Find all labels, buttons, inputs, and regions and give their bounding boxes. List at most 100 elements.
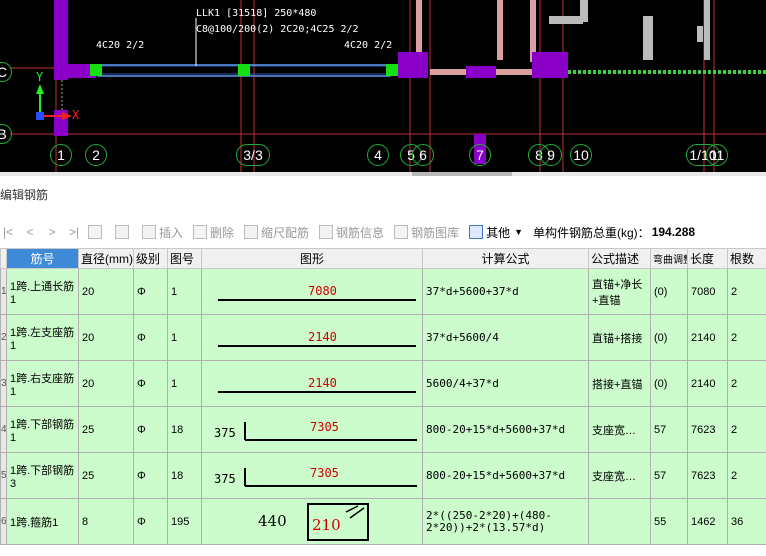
move-down-button[interactable] <box>115 225 132 239</box>
description-cell[interactable]: 直锚+净长+直锚 <box>588 268 651 315</box>
description-cell[interactable]: 支座宽… <box>588 406 651 453</box>
count-cell[interactable]: 2 <box>727 360 766 407</box>
length-cell[interactable]: 7080 <box>687 268 728 315</box>
shape-cell[interactable]: 2140 <box>201 360 423 407</box>
table-row[interactable]: 3 1跨.右支座筋1 20 Φ 1 2140 5600/4+37*d 搭接+直锚 (0) 2140… <box>0 360 766 407</box>
grade-cell[interactable]: Φ <box>133 452 168 499</box>
insert-button[interactable]: 插入 <box>142 224 183 241</box>
move-up-button[interactable] <box>88 225 105 239</box>
length-cell[interactable]: 7623 <box>687 452 728 499</box>
column-header[interactable]: 计算公式 <box>422 248 589 269</box>
column-header[interactable]: 弯曲调整 <box>650 248 688 269</box>
shape-cell[interactable]: 7080 <box>201 268 423 315</box>
grade-cell[interactable]: Φ <box>133 498 168 545</box>
grade-cell[interactable]: Φ <box>133 406 168 453</box>
diameter-cell[interactable]: 20 <box>78 268 134 315</box>
diameter-cell[interactable]: 20 <box>78 360 134 407</box>
column-header[interactable]: 图号 <box>167 248 202 269</box>
last-record-button[interactable]: >| <box>66 225 82 239</box>
table-row[interactable]: 4 1跨.下部钢筋1 25 Φ 18 375 7305 800-20+15*d+5600+37… <box>0 406 766 453</box>
splitter-grip[interactable] <box>412 172 512 176</box>
description-cell[interactable]: 支座宽… <box>588 452 651 499</box>
figure-number-cell[interactable]: 195 <box>167 498 202 545</box>
table-row[interactable]: 2 1跨.左支座筋1 20 Φ 1 2140 37*d+5600/4 直锚+搭接 (0) 2140… <box>0 314 766 361</box>
figure-number-cell[interactable]: 18 <box>167 406 202 453</box>
bend-adjust-cell[interactable]: (0) <box>650 268 688 315</box>
bar-name-cell[interactable]: 1跨.右支座筋1 <box>6 360 79 407</box>
formula-cell[interactable]: 800-20+15*d+5600+37*d <box>422 452 589 499</box>
count-cell[interactable]: 2 <box>727 406 766 453</box>
rebar-shape: 375 7305 <box>203 408 422 452</box>
diameter-cell[interactable]: 25 <box>78 406 134 453</box>
length-cell[interactable]: 2140 <box>687 314 728 361</box>
description-cell[interactable]: 直锚+搭接 <box>588 314 651 361</box>
length-cell[interactable]: 7623 <box>687 406 728 453</box>
figure-number-cell[interactable]: 1 <box>167 360 202 407</box>
column-header[interactable]: 长度 <box>687 248 728 269</box>
grade-cell[interactable]: Φ <box>133 360 168 407</box>
bar-name-cell[interactable]: 1跨.箍筋1 <box>6 498 79 545</box>
formula-cell[interactable]: 37*d+5600+37*d <box>422 268 589 315</box>
shape-cell[interactable]: 2140 <box>201 314 423 361</box>
shape-cell[interactable]: 440 210 <box>201 498 423 545</box>
scale-rebar-button[interactable]: 缩尺配筋 <box>244 224 309 241</box>
first-record-button[interactable]: |< <box>0 225 16 239</box>
formula-cell[interactable]: 5600/4+37*d <box>422 360 589 407</box>
bar-name-cell[interactable]: 1跨.下部钢筋3 <box>6 452 79 499</box>
description-cell[interactable] <box>588 498 651 545</box>
diameter-cell[interactable]: 25 <box>78 452 134 499</box>
bend-adjust-cell[interactable]: 57 <box>650 406 688 453</box>
panel-splitter[interactable] <box>0 172 766 176</box>
total-weight: 单构件钢筋总重(kg)： 194.288 <box>533 224 695 241</box>
column-header[interactable]: 筋号 <box>6 248 79 269</box>
column-header[interactable]: 直径(mm) <box>78 248 134 269</box>
figure-number-cell[interactable]: 1 <box>167 268 202 315</box>
figure-number-cell[interactable]: 1 <box>167 314 202 361</box>
count-cell[interactable]: 36 <box>727 498 766 545</box>
formula-cell[interactable]: 800-20+15*d+5600+37*d <box>422 406 589 453</box>
delete-button[interactable]: 删除 <box>193 224 234 241</box>
column-header[interactable]: 图形 <box>201 248 423 269</box>
ucs-y-label: Y <box>36 70 44 84</box>
table-row[interactable]: 6 1跨.箍筋1 8 Φ 195 440 210 2*((250-2*20)+(480-2*2… <box>0 498 766 545</box>
diameter-cell[interactable]: 20 <box>78 314 134 361</box>
insert-icon <box>142 225 156 239</box>
prev-record-button[interactable]: < <box>22 225 38 239</box>
shape-cell[interactable]: 375 7305 <box>201 406 423 453</box>
figure-number-cell[interactable]: 18 <box>167 452 202 499</box>
bend-adjust-cell[interactable]: 55 <box>650 498 688 545</box>
grade-cell[interactable]: Φ <box>133 268 168 315</box>
rebar-info-label: 钢筋信息 <box>336 225 385 240</box>
column-header[interactable]: 级别 <box>133 248 168 269</box>
diameter-cell[interactable]: 8 <box>78 498 134 545</box>
rebar-info-button[interactable]: 钢筋信息 <box>319 224 384 241</box>
next-record-button[interactable]: > <box>44 225 60 239</box>
formula-cell[interactable]: 2*((250-2*20)+(480-2*20))+2*(13.57*d) <box>422 498 589 545</box>
length-cell[interactable]: 2140 <box>687 360 728 407</box>
rebar-shape: 2140 <box>203 362 422 406</box>
cad-viewport[interactable]: LLK1 [31518] 250*480 C8@100/200(2) 2C20;… <box>0 0 766 172</box>
bar-name-cell[interactable]: 1跨.下部钢筋1 <box>6 406 79 453</box>
bar-name-cell[interactable]: 1跨.上通长筋1 <box>6 268 79 315</box>
shape-cell[interactable]: 375 7305 <box>201 452 423 499</box>
description-cell[interactable]: 搭接+直锚 <box>588 360 651 407</box>
table-row[interactable]: 5 1跨.下部钢筋3 25 Φ 18 375 7305 800-20+15*d+5600+37… <box>0 452 766 499</box>
formula-cell[interactable]: 37*d+5600/4 <box>422 314 589 361</box>
shape-left-value: 375 <box>214 425 236 440</box>
axis-label: 7 <box>469 144 491 166</box>
bend-adjust-cell[interactable]: (0) <box>650 360 688 407</box>
bend-adjust-cell[interactable]: (0) <box>650 314 688 361</box>
length-cell[interactable]: 1462 <box>687 498 728 545</box>
rebar-library-button[interactable]: 钢筋图库 <box>394 224 459 241</box>
column-header[interactable]: 根数 <box>727 248 766 269</box>
table-row[interactable]: 1 1跨.上通长筋1 20 Φ 1 7080 37*d+5600+37*d 直锚+净长+直锚(… <box>0 268 766 315</box>
column-header[interactable]: 公式描述 <box>588 248 651 269</box>
bar-name-cell[interactable]: 1跨.左支座筋1 <box>6 314 79 361</box>
grade-cell[interactable]: Φ <box>133 314 168 361</box>
count-cell[interactable]: 2 <box>727 452 766 499</box>
count-cell[interactable]: 2 <box>727 314 766 361</box>
axis-label: 3/3 <box>236 144 270 166</box>
bend-adjust-cell[interactable]: 57 <box>650 452 688 499</box>
other-menu-button[interactable]: 其他 ▼ <box>469 224 523 241</box>
count-cell[interactable]: 2 <box>727 268 766 315</box>
